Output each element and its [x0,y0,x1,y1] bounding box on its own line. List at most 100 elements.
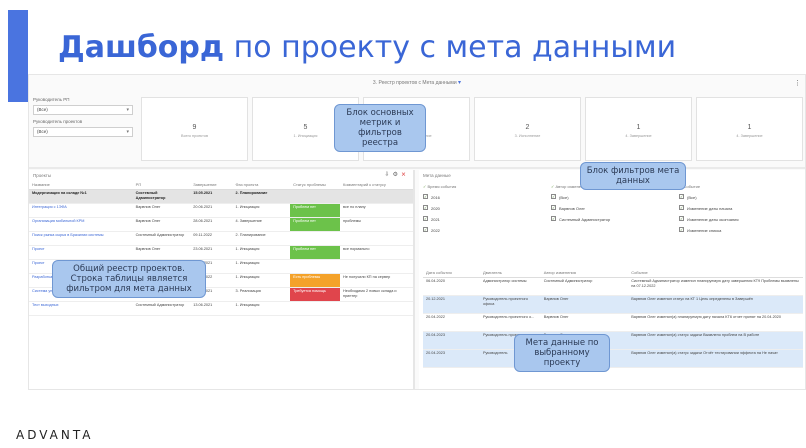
meta-panel: Мета данные ✓ Время события ✓ 2016 ✓ 2020 ✓ 20… [419,170,805,389]
metric-card[interactable]: 1 4. Завершение [585,97,692,161]
status-badge [290,189,340,204]
table-row[interactable]: Интеграция с 1ЭФА Варвнов Олег 20.06.2021 1… [29,203,413,218]
project-name-link[interactable]: Тест выходных [29,301,133,316]
column-header[interactable]: Дата события [423,268,480,278]
table-row[interactable]: 20.12.2021 Руководитель проектного офиса В… [423,295,803,314]
column-header[interactable]: Событие [628,268,803,278]
filter-reset-icon[interactable]: ⨯ [401,172,409,178]
status-comment: все нормально [340,245,413,260]
column-header[interactable]: Комментарий к статусу [340,180,413,190]
project-name-link[interactable]: Организация мобильной КРМ [29,217,133,232]
project-manager: Варвнов Олег [132,217,191,232]
filter-select[interactable]: (Все) ▾ [33,105,133,115]
status-badge [290,259,340,274]
checkbox[interactable]: ✓ [679,205,684,211]
project-end-date: 23.06.2021 [190,245,233,260]
export-icon[interactable]: ⇩ [385,172,393,178]
project-phase: 1. Инициация [232,273,291,288]
more-options-icon[interactable]: ⋮ [794,79,801,87]
metric-card[interactable]: 9 Всего проектов [141,97,248,161]
project-manager: Системный Администратор [132,301,191,316]
event-date: 20.04.2023 [423,331,480,350]
project-name-link[interactable]: Проект [29,245,133,260]
checkbox[interactable]: ✓ [551,205,556,211]
settings-icon[interactable]: ⚙ [393,172,401,178]
metric-card[interactable]: 2 3. Исполнение [474,97,581,161]
meta-filter-group: ✓ Автор изменения ✓ (Все) ✓ Варвнов Олег ✓ Сис… [551,184,675,254]
status-comment [340,259,413,274]
checkbox[interactable]: ✓ [551,216,556,222]
check-icon: ✓ [423,184,428,189]
accent-bar [8,10,28,102]
column-header[interactable]: Завершение [190,180,233,190]
table-row[interactable]: Организация мобильной КРМ Варвнов Олег 28.… [29,217,413,232]
metric-card[interactable]: 1 4. Завершение [696,97,803,161]
table-row[interactable]: Модернизация на складе №1 Системный Админ… [29,189,413,204]
project-name-link[interactable]: Модернизация на складе №1 [29,189,133,204]
column-header[interactable]: Статус проблемы [290,180,340,190]
event-description: Варвнов Олег изменил статус на КТ 1 Цель… [628,295,803,314]
meta-filter-option[interactable]: ✓ Варвнов Олег [551,203,675,214]
meta-filter-option[interactable]: ✓ (Все) [679,192,803,203]
checkbox[interactable]: ✓ [423,194,428,200]
event-description: Варвнов Олег изменил(а) статус задачи От… [628,349,803,368]
event-description: Системный Администратор изменил планируе… [628,277,803,296]
meta-filter-option[interactable]: ✓ 2022 [423,225,547,236]
checkbox[interactable]: ✓ [679,194,684,200]
meta-filter-header: ✓ Время события [423,184,457,189]
chevron-down-icon: ▾ [126,107,129,113]
table-row[interactable]: Проект Варвнов Олег 23.06.2021 1. Инициация… [29,245,413,260]
event-role: Руководитель проектного о... [480,313,541,332]
meta-filter-option[interactable]: ✓ 2021 [423,214,547,225]
project-name-link[interactable]: Интеграция с 1ЭФА [29,203,133,218]
checkbox[interactable]: ✓ [423,227,428,233]
table-row[interactable]: Поиск рынка сырья в Бразилии системы Сист… [29,231,413,246]
table-row[interactable]: 20.04.2022 Руководитель проектного о... Ва… [423,313,803,332]
filter-label: Руководитель РП [33,97,70,102]
project-name-link[interactable]: Поиск рынка сырья в Бразилии системы [29,231,133,246]
meta-table: Дата события Двигатель Автор изменения Собы… [423,268,803,368]
metric-value: 1 [636,124,641,131]
status-comment: все по плану [340,203,413,218]
meta-filter-option[interactable]: ✓ 2020 [423,203,547,214]
meta-filter-option[interactable]: ✓ Изменение даты окончания [679,214,803,225]
column-header[interactable]: Фаз проекта [232,180,291,190]
status-badge: Есть проблемы [290,273,340,288]
callout-meta-filters: Блок фильтров мета данных [580,162,686,190]
event-role: Администратор системы [480,277,541,296]
meta-filter-option[interactable]: ✓ Изменение даты начала [679,203,803,214]
pin-icon[interactable]: ▾ [458,80,461,86]
meta-filter-option[interactable]: ✓ (Все) [551,192,675,203]
project-phase: 1. Инициация [232,259,291,274]
callout-registry: Общий реестр проектов. Строка таблицы яв… [52,260,206,298]
meta-filter-option[interactable]: ✓ Системный Администратор [551,214,675,225]
checkbox[interactable]: ✓ [679,227,684,233]
table-row[interactable]: Тест выходных Системный Администратор 13.0… [29,301,413,316]
checkbox[interactable]: ✓ [679,216,684,222]
filter-select[interactable]: (Все) ▾ [33,127,133,137]
table-row[interactable]: 06.04.2020 Администратор системы Системный… [423,277,803,296]
project-manager: Системный Администратор [132,231,191,246]
event-date: 20.04.2022 [423,313,480,332]
column-header[interactable]: РП [132,180,191,190]
project-phase: 3. Реализация [232,287,291,302]
table-row[interactable]: 20.04.2023 Руководитель проектного о... Ва… [423,331,803,350]
project-phase: 4. Завершение [232,217,291,232]
checkbox[interactable]: ✓ [551,194,556,200]
column-header[interactable]: Двигатель [480,268,541,278]
event-description: Варвнов Олег изменил(а) статус задачи Вы… [628,331,803,350]
meta-filters: ✓ Время события ✓ 2016 ✓ 2020 ✓ 2021 ✓ 2022 ✓ Авт… [423,184,803,254]
column-header[interactable]: Автор изменения [540,268,629,278]
meta-filter-group: ✓ Время события ✓ 2016 ✓ 2020 ✓ 2021 ✓ 2022 [423,184,547,254]
table-row[interactable]: 20.04.2023РуководительВарвнов ОлегВарвно… [423,349,803,368]
filter-label: Руководитель проектов [33,119,83,124]
column-header[interactable]: Название [29,180,133,190]
checkbox[interactable]: ✓ [423,216,428,222]
checkbox[interactable]: ✓ [423,205,428,211]
project-end-date: 15.05.2021 [190,189,233,204]
meta-filter-option[interactable]: ✓ Изменение списка [679,225,803,236]
project-end-date: 20.06.2021 [190,203,233,218]
chevron-down-icon: ▾ [126,129,129,135]
meta-filter-option[interactable]: ✓ 2016 [423,192,547,203]
status-comment [340,231,413,246]
